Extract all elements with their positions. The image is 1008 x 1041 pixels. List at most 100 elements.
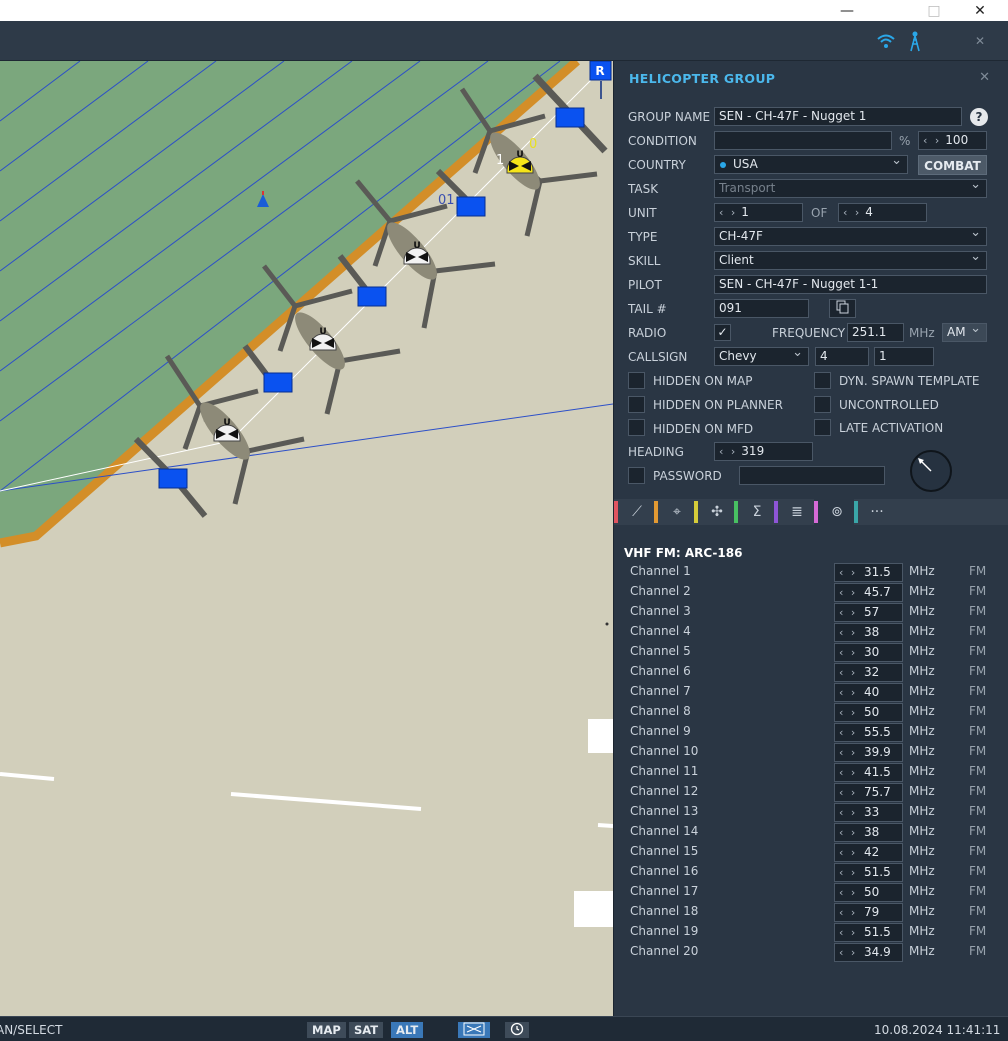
stepper-arrows-icon[interactable]: ‹ › [839, 784, 857, 801]
stepper-arrows-icon[interactable]: ‹ › [839, 684, 857, 701]
password-input[interactable] [739, 466, 885, 485]
stepper-arrows-icon[interactable]: ‹ › [839, 664, 857, 681]
stepper-arrows-icon[interactable]: ‹ › [839, 764, 857, 781]
window-close-button[interactable]: ✕ [958, 0, 1002, 21]
callsign-number-1[interactable]: 4 [815, 347, 869, 366]
channel-frequency-stepper[interactable]: ‹ › 51.5 [834, 923, 903, 942]
map-filter-icon[interactable] [458, 1022, 490, 1038]
hidden-on-mfd-checkbox[interactable] [628, 419, 645, 436]
channel-frequency-stepper[interactable]: ‹ › 30 [834, 643, 903, 662]
uncontrolled-checkbox[interactable] [814, 396, 831, 413]
channel-unit: MHz [909, 604, 935, 618]
stepper-arrows-icon[interactable]: ‹ › [839, 564, 857, 581]
modulation-select[interactable]: AM [942, 323, 987, 342]
stepper-arrows-icon[interactable]: ‹ › [839, 644, 857, 661]
task-select[interactable]: Transport [714, 179, 987, 198]
minimize-button[interactable]: — [825, 0, 869, 21]
channel-frequency-stepper[interactable]: ‹ › 34.9 [834, 943, 903, 962]
alt-layer-button[interactable]: ALT [391, 1022, 424, 1038]
stepper-arrows-icon[interactable]: ‹ › [839, 744, 857, 761]
frequency-input[interactable]: 251.1 [847, 323, 904, 342]
country-select[interactable]: USA [714, 155, 908, 174]
tab-payload-icon[interactable]: ⌖ [654, 499, 694, 525]
group-name-input[interactable]: SEN - CH-47F - Nugget 1 [714, 107, 962, 126]
tab-rotor-icon[interactable]: ✣ [694, 499, 734, 525]
channel-frequency-stepper[interactable]: ‹ › 55.5 [834, 723, 903, 742]
tab-options-icon[interactable]: ≣ [774, 499, 814, 525]
wifi-icon[interactable] [876, 31, 896, 51]
stepper-arrows-icon[interactable]: ‹ › [839, 884, 857, 901]
skill-select[interactable]: Client [714, 251, 987, 270]
stepper-arrows-icon[interactable]: ‹ › [839, 624, 857, 641]
stepper-arrows-icon[interactable]: ‹ › [715, 443, 741, 460]
combat-button[interactable]: COMBAT [918, 155, 987, 175]
stepper-arrows-icon[interactable]: ‹ › [839, 704, 857, 721]
stepper-arrows-icon[interactable]: ‹ › [839, 864, 857, 881]
stepper-arrows-icon[interactable]: ‹ › [839, 924, 857, 941]
map-view[interactable]: U U U U 1 0 01 R [0, 61, 613, 1016]
channel-frequency-stepper[interactable]: ‹ › 45.7 [834, 583, 903, 602]
stepper-arrows-icon[interactable]: ‹ › [839, 724, 857, 741]
callsign-number-2[interactable]: 1 [874, 347, 934, 366]
toolbar-close-icon[interactable]: ✕ [970, 31, 990, 51]
tab-route-icon[interactable]: ⟋ [614, 499, 654, 525]
help-button[interactable]: ? [970, 108, 988, 126]
flight-label: 1 [496, 153, 504, 168]
channel-frequency-stepper[interactable]: ‹ › 33 [834, 803, 903, 822]
tab-radio-icon[interactable]: ⊚ [814, 499, 854, 525]
hidden-on-map-checkbox[interactable] [628, 372, 645, 389]
channel-frequency-stepper[interactable]: ‹ › 51.5 [834, 863, 903, 882]
tab-more-icon[interactable]: ··· [854, 499, 894, 525]
copy-icon[interactable] [829, 299, 856, 318]
unit-stepper[interactable]: ‹ › 1 [714, 203, 803, 222]
tail-input[interactable]: 091 [714, 299, 809, 318]
radio-checkbox[interactable]: ✓ [714, 324, 731, 341]
stepper-arrows-icon[interactable]: ‹ › [839, 804, 857, 821]
unit-total-stepper[interactable]: ‹ › 4 [838, 203, 927, 222]
channel-frequency-stepper[interactable]: ‹ › 75.7 [834, 783, 903, 802]
dyn-spawn-checkbox[interactable] [814, 372, 831, 389]
stepper-arrows-icon[interactable]: ‹ › [839, 904, 857, 921]
channel-frequency-stepper[interactable]: ‹ › 31.5 [834, 563, 903, 582]
radio-tower-icon[interactable] [905, 31, 925, 52]
password-checkbox[interactable] [628, 467, 645, 484]
channel-frequency-stepper[interactable]: ‹ › 32 [834, 663, 903, 682]
channel-frequency-stepper[interactable]: ‹ › 50 [834, 883, 903, 902]
hidden-on-planner-checkbox[interactable] [628, 396, 645, 413]
stepper-arrows-icon[interactable]: ‹ › [839, 944, 857, 961]
channel-modulation: FM [969, 724, 987, 738]
channel-frequency-stepper[interactable]: ‹ › 41.5 [834, 763, 903, 782]
map-layer-button[interactable]: MAP [307, 1022, 346, 1038]
condition-percent-stepper[interactable]: ‹ › 100 [918, 131, 987, 150]
late-activation-checkbox[interactable] [814, 419, 831, 436]
channel-frequency-stepper[interactable]: ‹ › 38 [834, 823, 903, 842]
channel-frequency-stepper[interactable]: ‹ › 42 [834, 843, 903, 862]
stepper-arrows-icon[interactable]: ‹ › [919, 132, 945, 149]
heading-stepper[interactable]: ‹ › 319 [714, 442, 813, 461]
condition-input[interactable] [714, 131, 892, 150]
tab-summary-icon[interactable]: Σ [734, 499, 774, 525]
stepper-arrows-icon[interactable]: ‹ › [839, 844, 857, 861]
channel-name: Channel 19 [630, 924, 699, 938]
type-select[interactable]: CH-47F [714, 227, 987, 246]
channel-frequency-stepper[interactable]: ‹ › 79 [834, 903, 903, 922]
channel-frequency-stepper[interactable]: ‹ › 57 [834, 603, 903, 622]
maximize-button[interactable]: □ [912, 0, 956, 21]
summary-icon: Σ [752, 504, 762, 520]
clock-icon[interactable] [505, 1022, 529, 1038]
map-canvas[interactable]: U U U U 1 0 01 R [0, 61, 613, 1016]
heading-dial[interactable] [910, 450, 952, 492]
channel-frequency-stepper[interactable]: ‹ › 50 [834, 703, 903, 722]
stepper-arrows-icon[interactable]: ‹ › [839, 604, 857, 621]
channel-frequency-stepper[interactable]: ‹ › 38 [834, 623, 903, 642]
stepper-arrows-icon[interactable]: ‹ › [839, 584, 857, 601]
stepper-arrows-icon[interactable]: ‹ › [839, 204, 865, 221]
pilot-input[interactable]: SEN - CH-47F - Nugget 1-1 [714, 275, 987, 294]
channel-frequency-stepper[interactable]: ‹ › 40 [834, 683, 903, 702]
sat-layer-button[interactable]: SAT [349, 1022, 384, 1038]
panel-close-button[interactable]: ✕ [979, 70, 990, 85]
stepper-arrows-icon[interactable]: ‹ › [715, 204, 741, 221]
channel-frequency-stepper[interactable]: ‹ › 39.9 [834, 743, 903, 762]
stepper-arrows-icon[interactable]: ‹ › [839, 824, 857, 841]
callsign-select[interactable]: Chevy [714, 347, 809, 366]
